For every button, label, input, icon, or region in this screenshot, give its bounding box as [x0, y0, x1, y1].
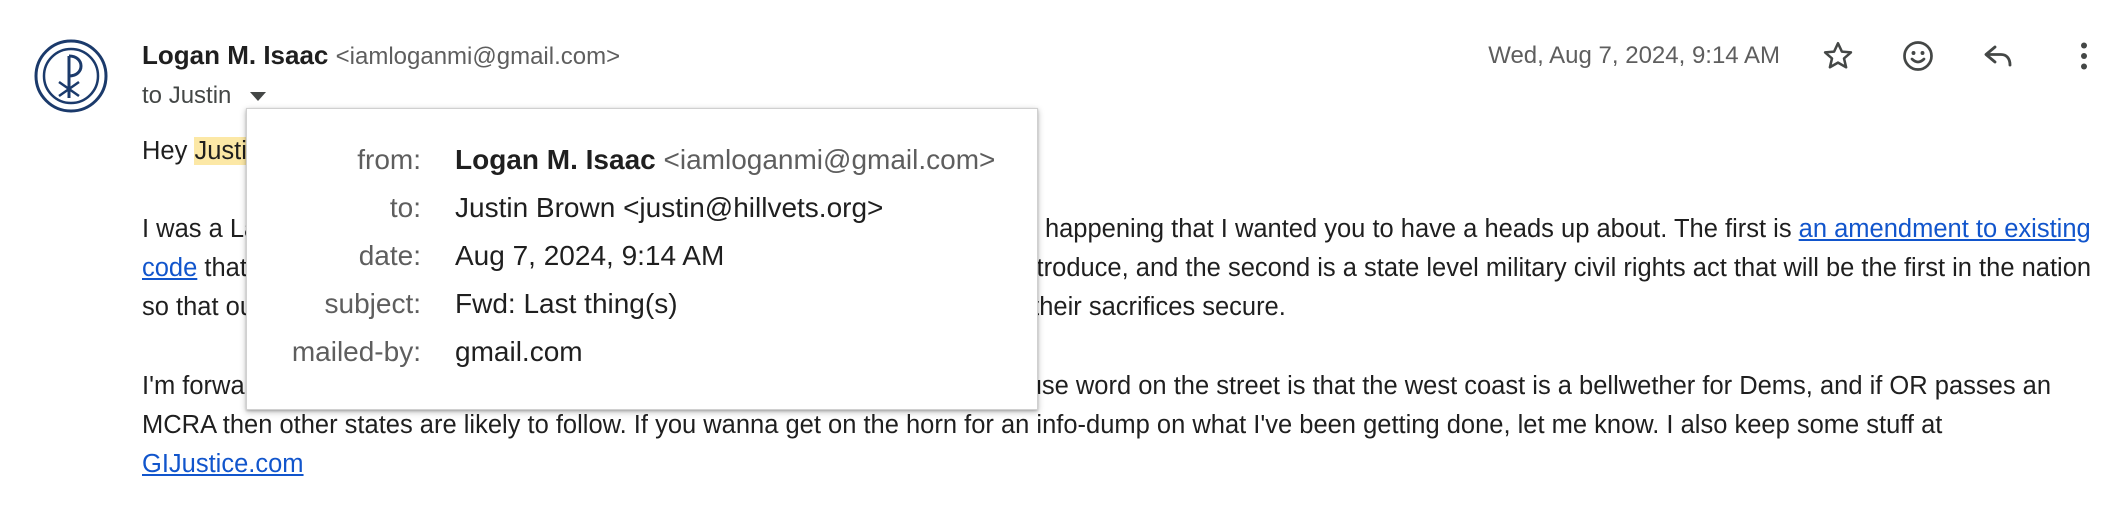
to-label: to:	[389, 192, 421, 223]
gijustice-link[interactable]: GIJustice.com	[142, 450, 304, 478]
details-from-row: from: Logan M. Isaac <iamloganmi@gmail.c…	[247, 137, 1037, 183]
details-to-row: to: Justin Brown <justin@hillvets.org>	[247, 185, 1037, 231]
show-details-caret-icon[interactable]	[250, 92, 267, 102]
chi-rho-logo-icon	[34, 39, 108, 113]
from-label: from:	[357, 144, 421, 175]
details-subject-row: subject: Fwd: Last thing(s)	[247, 281, 1037, 327]
sender-name[interactable]: Logan M. Isaac	[142, 40, 328, 70]
date-label: date:	[358, 240, 421, 271]
message-date: Wed, Aug 7, 2024, 9:14 AM	[1488, 42, 1780, 69]
emoji-reaction-button[interactable]	[1894, 32, 1942, 80]
date-value: Aug 7, 2024, 9:14 AM	[455, 240, 725, 271]
subject-value: Fwd: Last thing(s)	[455, 288, 678, 319]
star-icon	[1823, 41, 1853, 69]
to-prefix: to	[142, 82, 163, 109]
message-details-popup: from: Logan M. Isaac <iamloganmi@gmail.c…	[246, 108, 1038, 410]
details-mailed-by-row: mailed-by: gmail.com	[247, 329, 1037, 375]
reply-button[interactable]	[1974, 32, 2022, 80]
greeting-prefix: Hey	[142, 137, 195, 165]
sender-line: Logan M. Isaac <iamloganmi@gmail.com>	[142, 38, 620, 74]
recipient-name: Justin	[168, 82, 232, 109]
avatar[interactable]	[33, 38, 109, 114]
subject-label: subject:	[324, 288, 422, 319]
more-options-button[interactable]	[2060, 32, 2108, 80]
sender-email: <iamloganmi@gmail.com>	[335, 43, 621, 70]
from-email: <iamloganmi@gmail.com>	[663, 144, 996, 175]
star-button[interactable]	[1814, 32, 1862, 80]
to-value: Justin Brown <justin@hillvets.org>	[455, 192, 884, 223]
reply-icon	[1984, 45, 2012, 67]
mailed-by-label: mailed-by:	[291, 336, 421, 367]
from-name: Logan M. Isaac	[455, 144, 656, 175]
mailed-by-value: gmail.com	[455, 336, 583, 367]
from-value: Logan M. Isaac <iamloganmi@gmail.com>	[455, 137, 995, 183]
details-date-row: date: Aug 7, 2024, 9:14 AM	[247, 233, 1037, 279]
more-vert-icon	[2081, 42, 2087, 70]
emoji-icon	[1903, 41, 1933, 71]
